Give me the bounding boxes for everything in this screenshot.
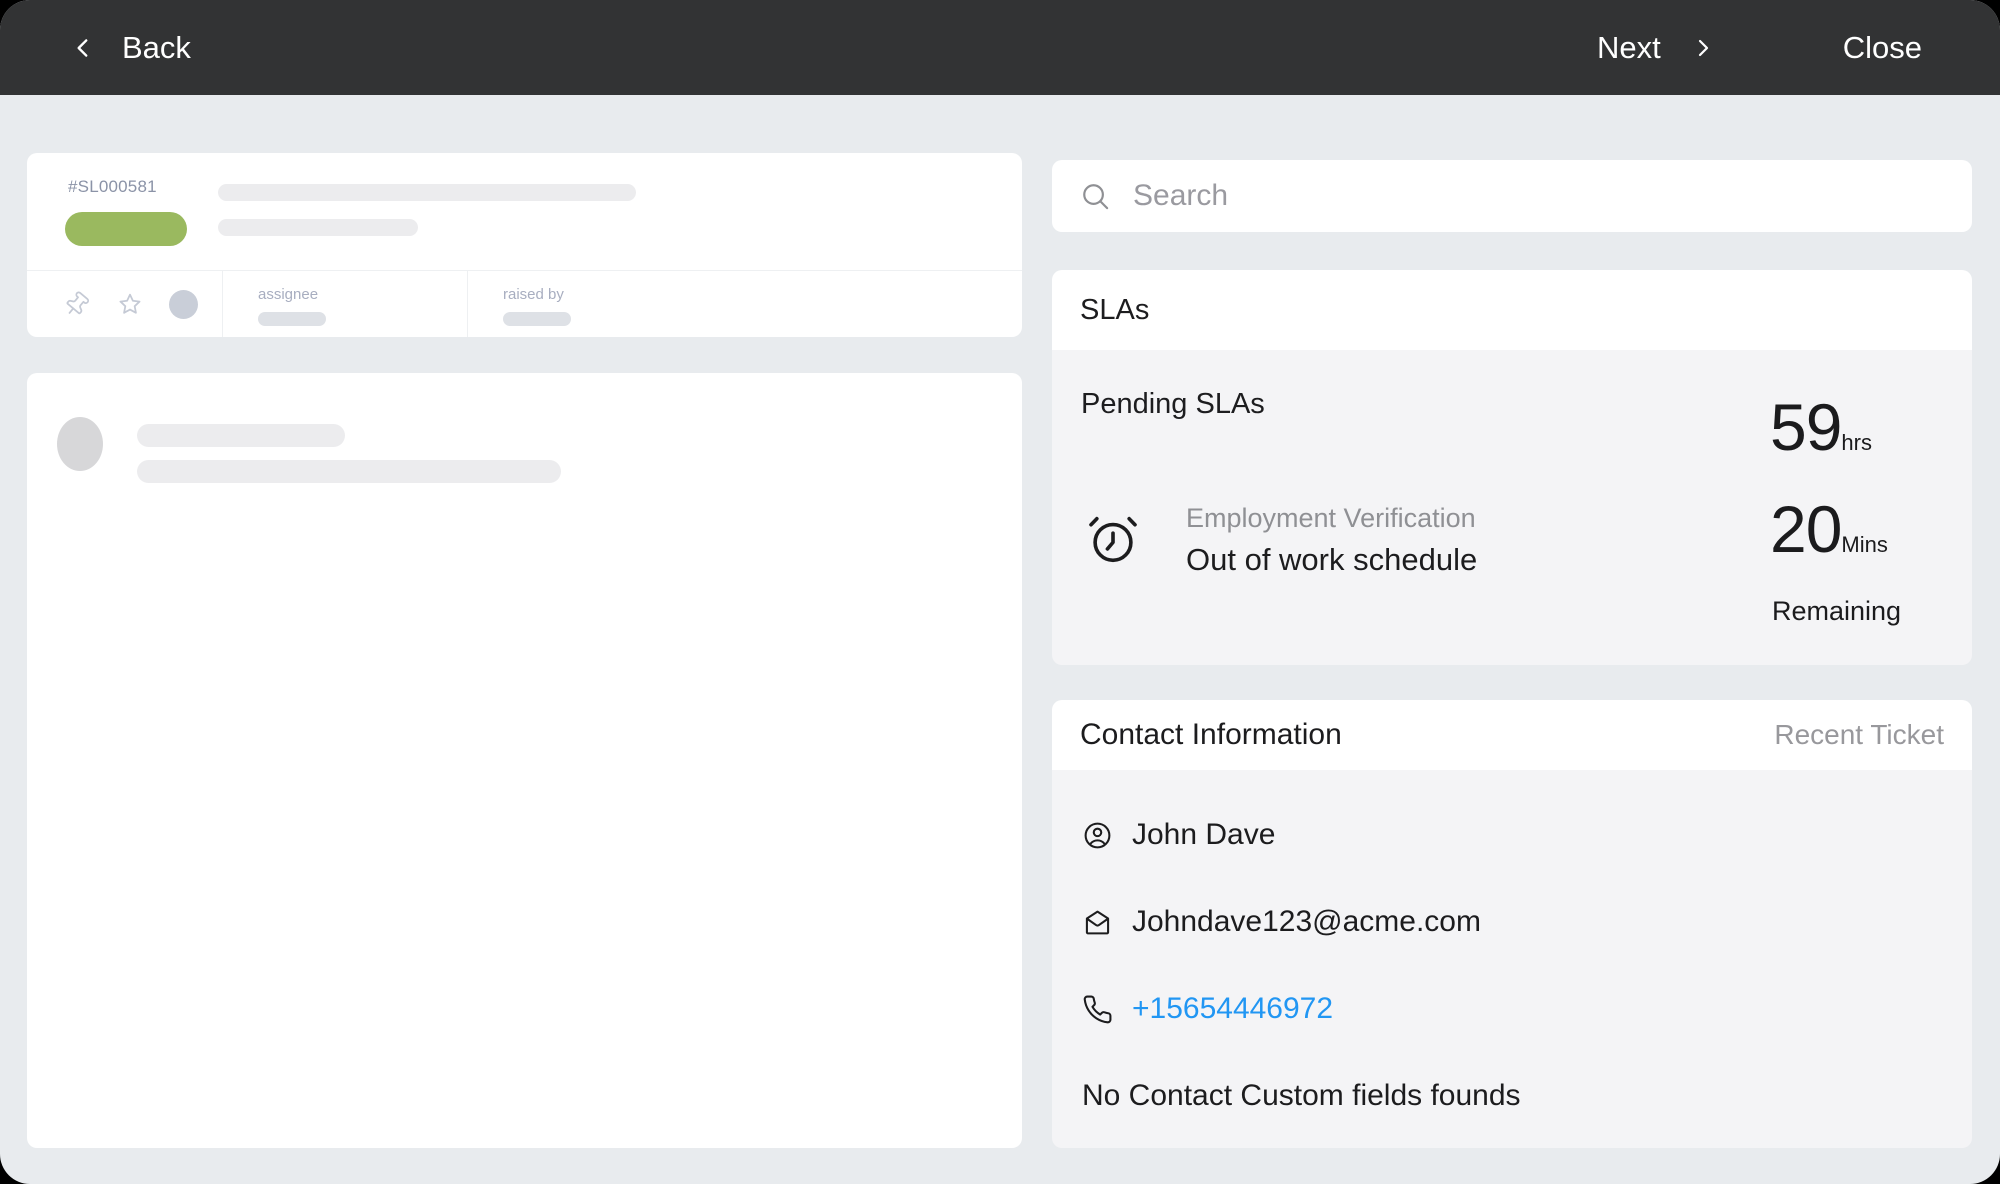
pending-slas-label: Pending SLAs — [1081, 388, 1265, 421]
contact-card: Contact Information Recent Ticket Jo — [1052, 700, 1972, 1148]
content: #SL000581 — [0, 95, 2000, 1184]
slas-header: SLAs — [1052, 270, 1972, 350]
sla-status: Out of work schedule — [1186, 542, 1477, 578]
close-button[interactable]: Close — [1843, 30, 1922, 66]
hours-unit: hrs — [1841, 430, 1872, 456]
hours-value: 59 — [1770, 394, 1841, 460]
remaining-label: Remaining — [1772, 596, 1901, 627]
close-label: Close — [1843, 30, 1922, 66]
thread-card — [27, 373, 1022, 1148]
skeleton-line — [137, 424, 345, 447]
sla-name: Employment Verification — [1186, 503, 1476, 534]
raised-by-label: raised by — [503, 286, 1022, 303]
chevron-right-icon — [1691, 36, 1715, 60]
next-button[interactable]: Next — [1597, 30, 1715, 66]
star-button[interactable] — [116, 290, 144, 318]
no-custom-fields-text: No Contact Custom fields founds — [1082, 1079, 1521, 1113]
contact-phone-row: +15654446972 — [1082, 992, 1333, 1026]
assignee-cell: assignee — [222, 271, 467, 337]
contact-email-row: Johndave123@acme.com — [1082, 905, 1481, 939]
back-button[interactable]: Back — [70, 30, 191, 66]
topbar: Back Next Close — [0, 0, 2000, 95]
minutes-unit: Mins — [1841, 532, 1887, 558]
recent-ticket-link[interactable]: Recent Ticket — [1774, 719, 1944, 751]
raised-by-skeleton — [503, 312, 571, 326]
contact-phone-link[interactable]: +15654446972 — [1132, 992, 1333, 1026]
skeleton-line — [218, 184, 636, 201]
phone-icon — [1082, 994, 1113, 1025]
slas-body: Pending SLAs 59 hrs — [1052, 350, 1972, 665]
slas-card: SLAs Pending SLAs 59 hrs — [1052, 270, 1972, 665]
envelope-icon — [1082, 907, 1113, 938]
chevron-left-icon — [70, 35, 96, 61]
screen: Back Next Close #SL000581 — [0, 0, 2000, 1184]
contact-header: Contact Information Recent Ticket — [1052, 700, 1972, 770]
alarm-clock-icon — [1084, 510, 1142, 568]
contact-email: Johndave123@acme.com — [1132, 905, 1481, 939]
user-circle-icon — [1082, 820, 1113, 851]
hours-metric: 59 hrs — [1770, 394, 1872, 460]
ticket-meta-row: assignee raised by — [27, 270, 1022, 337]
ticket-detail-dialog: Back Next Close #SL000581 — [0, 0, 2000, 1184]
avatar-skeleton — [57, 417, 103, 471]
slas-title: SLAs — [1080, 294, 1149, 327]
presence-dot-icon — [169, 290, 198, 319]
pin-button[interactable] — [63, 290, 91, 318]
right-column: SLAs Pending SLAs 59 hrs — [1052, 153, 1972, 1148]
pushpin-icon — [63, 290, 91, 318]
no-custom-fields-row: No Contact Custom fields founds — [1082, 1079, 1521, 1113]
skeleton-line — [137, 460, 561, 483]
assignee-skeleton — [258, 312, 326, 326]
star-icon — [116, 290, 144, 318]
assignee-label: assignee — [258, 286, 467, 303]
contact-name: John Dave — [1132, 818, 1275, 852]
contact-name-row: John Dave — [1082, 818, 1275, 852]
ticket-summary-card: #SL000581 — [27, 153, 1022, 337]
ticket-actions — [27, 271, 222, 337]
left-column: #SL000581 — [27, 153, 1022, 1148]
next-label: Next — [1597, 30, 1661, 66]
raised-by-cell: raised by — [467, 271, 1022, 337]
search-icon — [1080, 181, 1111, 212]
minutes-metric: 20 Mins — [1770, 496, 1888, 562]
contact-body: John Dave Johndave123@acme.com — [1052, 770, 1972, 1148]
search-input[interactable] — [1133, 179, 1944, 213]
ticket-id: #SL000581 — [68, 177, 157, 197]
contact-title: Contact Information — [1080, 718, 1342, 752]
status-pill[interactable] — [65, 212, 187, 246]
back-label: Back — [122, 30, 191, 66]
search-box — [1052, 160, 1972, 232]
minutes-value: 20 — [1770, 496, 1841, 562]
skeleton-line — [218, 219, 418, 236]
